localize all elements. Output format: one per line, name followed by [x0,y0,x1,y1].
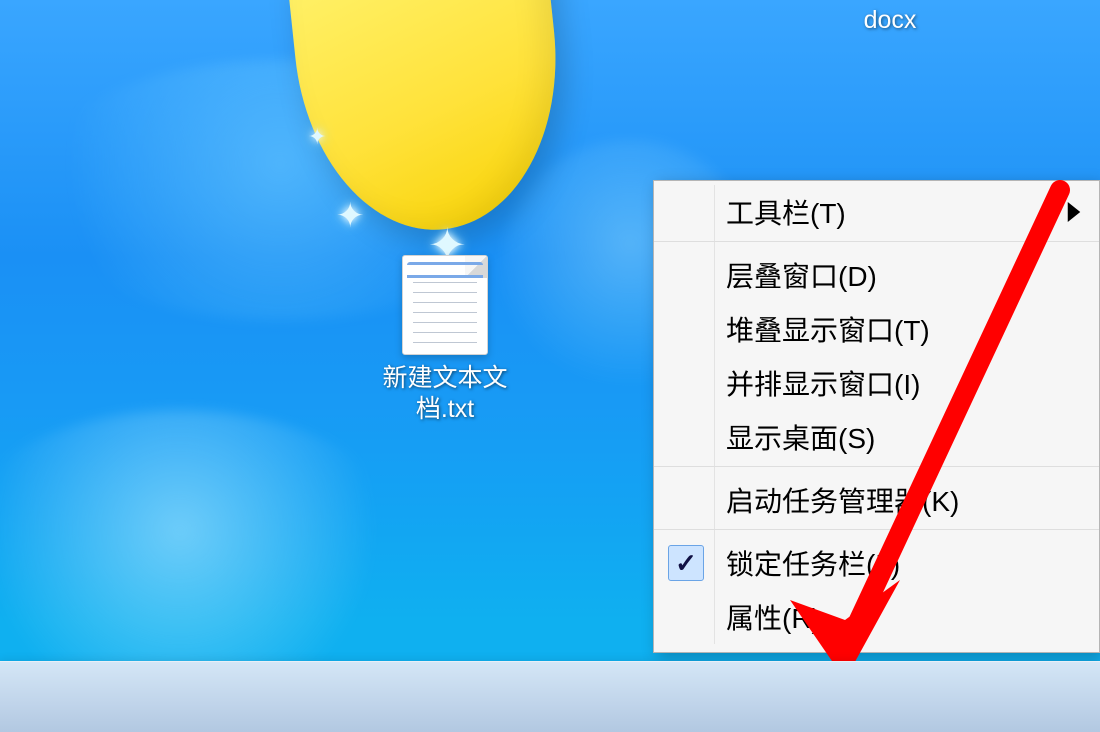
taskbar[interactable] [0,661,1100,732]
menu-item-properties[interactable]: 属性(R) [654,590,1099,644]
menu-item-stack-windows[interactable]: 堆叠显示窗口(T) [654,302,1099,356]
desktop[interactable]: ✦ ✦ ✦ docx 新建文本文 档.txt 工具栏(T) 层叠窗口(D) [0,0,1100,732]
file-name-text: docx [864,6,917,34]
menu-item-label: 工具栏(T) [726,192,846,232]
menu-item-task-manager[interactable]: 启动任务管理器(K) [654,473,1099,530]
menu-item-show-desktop[interactable]: 显示桌面(S) [654,410,1099,467]
taskbar-context-menu: 工具栏(T) 层叠窗口(D) 堆叠显示窗口(T) 并排显示窗口(I) 显示桌面(… [653,180,1100,653]
menu-item-label: 启动任务管理器(K) [726,480,959,520]
menu-item-cascade-windows[interactable]: 层叠窗口(D) [654,248,1099,302]
menu-item-label: 属性(R) [726,597,821,637]
file-name-text: 新建文本文 档.txt [370,363,520,426]
desktop-file-txt[interactable]: 新建文本文 档.txt [370,255,520,426]
text-file-icon [402,255,488,355]
menu-item-side-by-side-windows[interactable]: 并排显示窗口(I) [654,356,1099,410]
check-icon: ✓ [668,545,704,581]
submenu-arrow-icon [1067,197,1081,229]
menu-item-label: 并排显示窗口(I) [726,363,920,403]
menu-item-label: 显示桌面(S) [726,417,875,457]
desktop-file-label[interactable]: docx [810,6,970,35]
menu-item-toolbars[interactable]: 工具栏(T) [654,185,1099,242]
menu-item-label: 层叠窗口(D) [726,255,877,295]
menu-item-label: 堆叠显示窗口(T) [726,309,930,349]
menu-item-lock-taskbar[interactable]: ✓ 锁定任务栏(L) [654,536,1099,590]
menu-item-label: 锁定任务栏(L) [726,543,900,583]
